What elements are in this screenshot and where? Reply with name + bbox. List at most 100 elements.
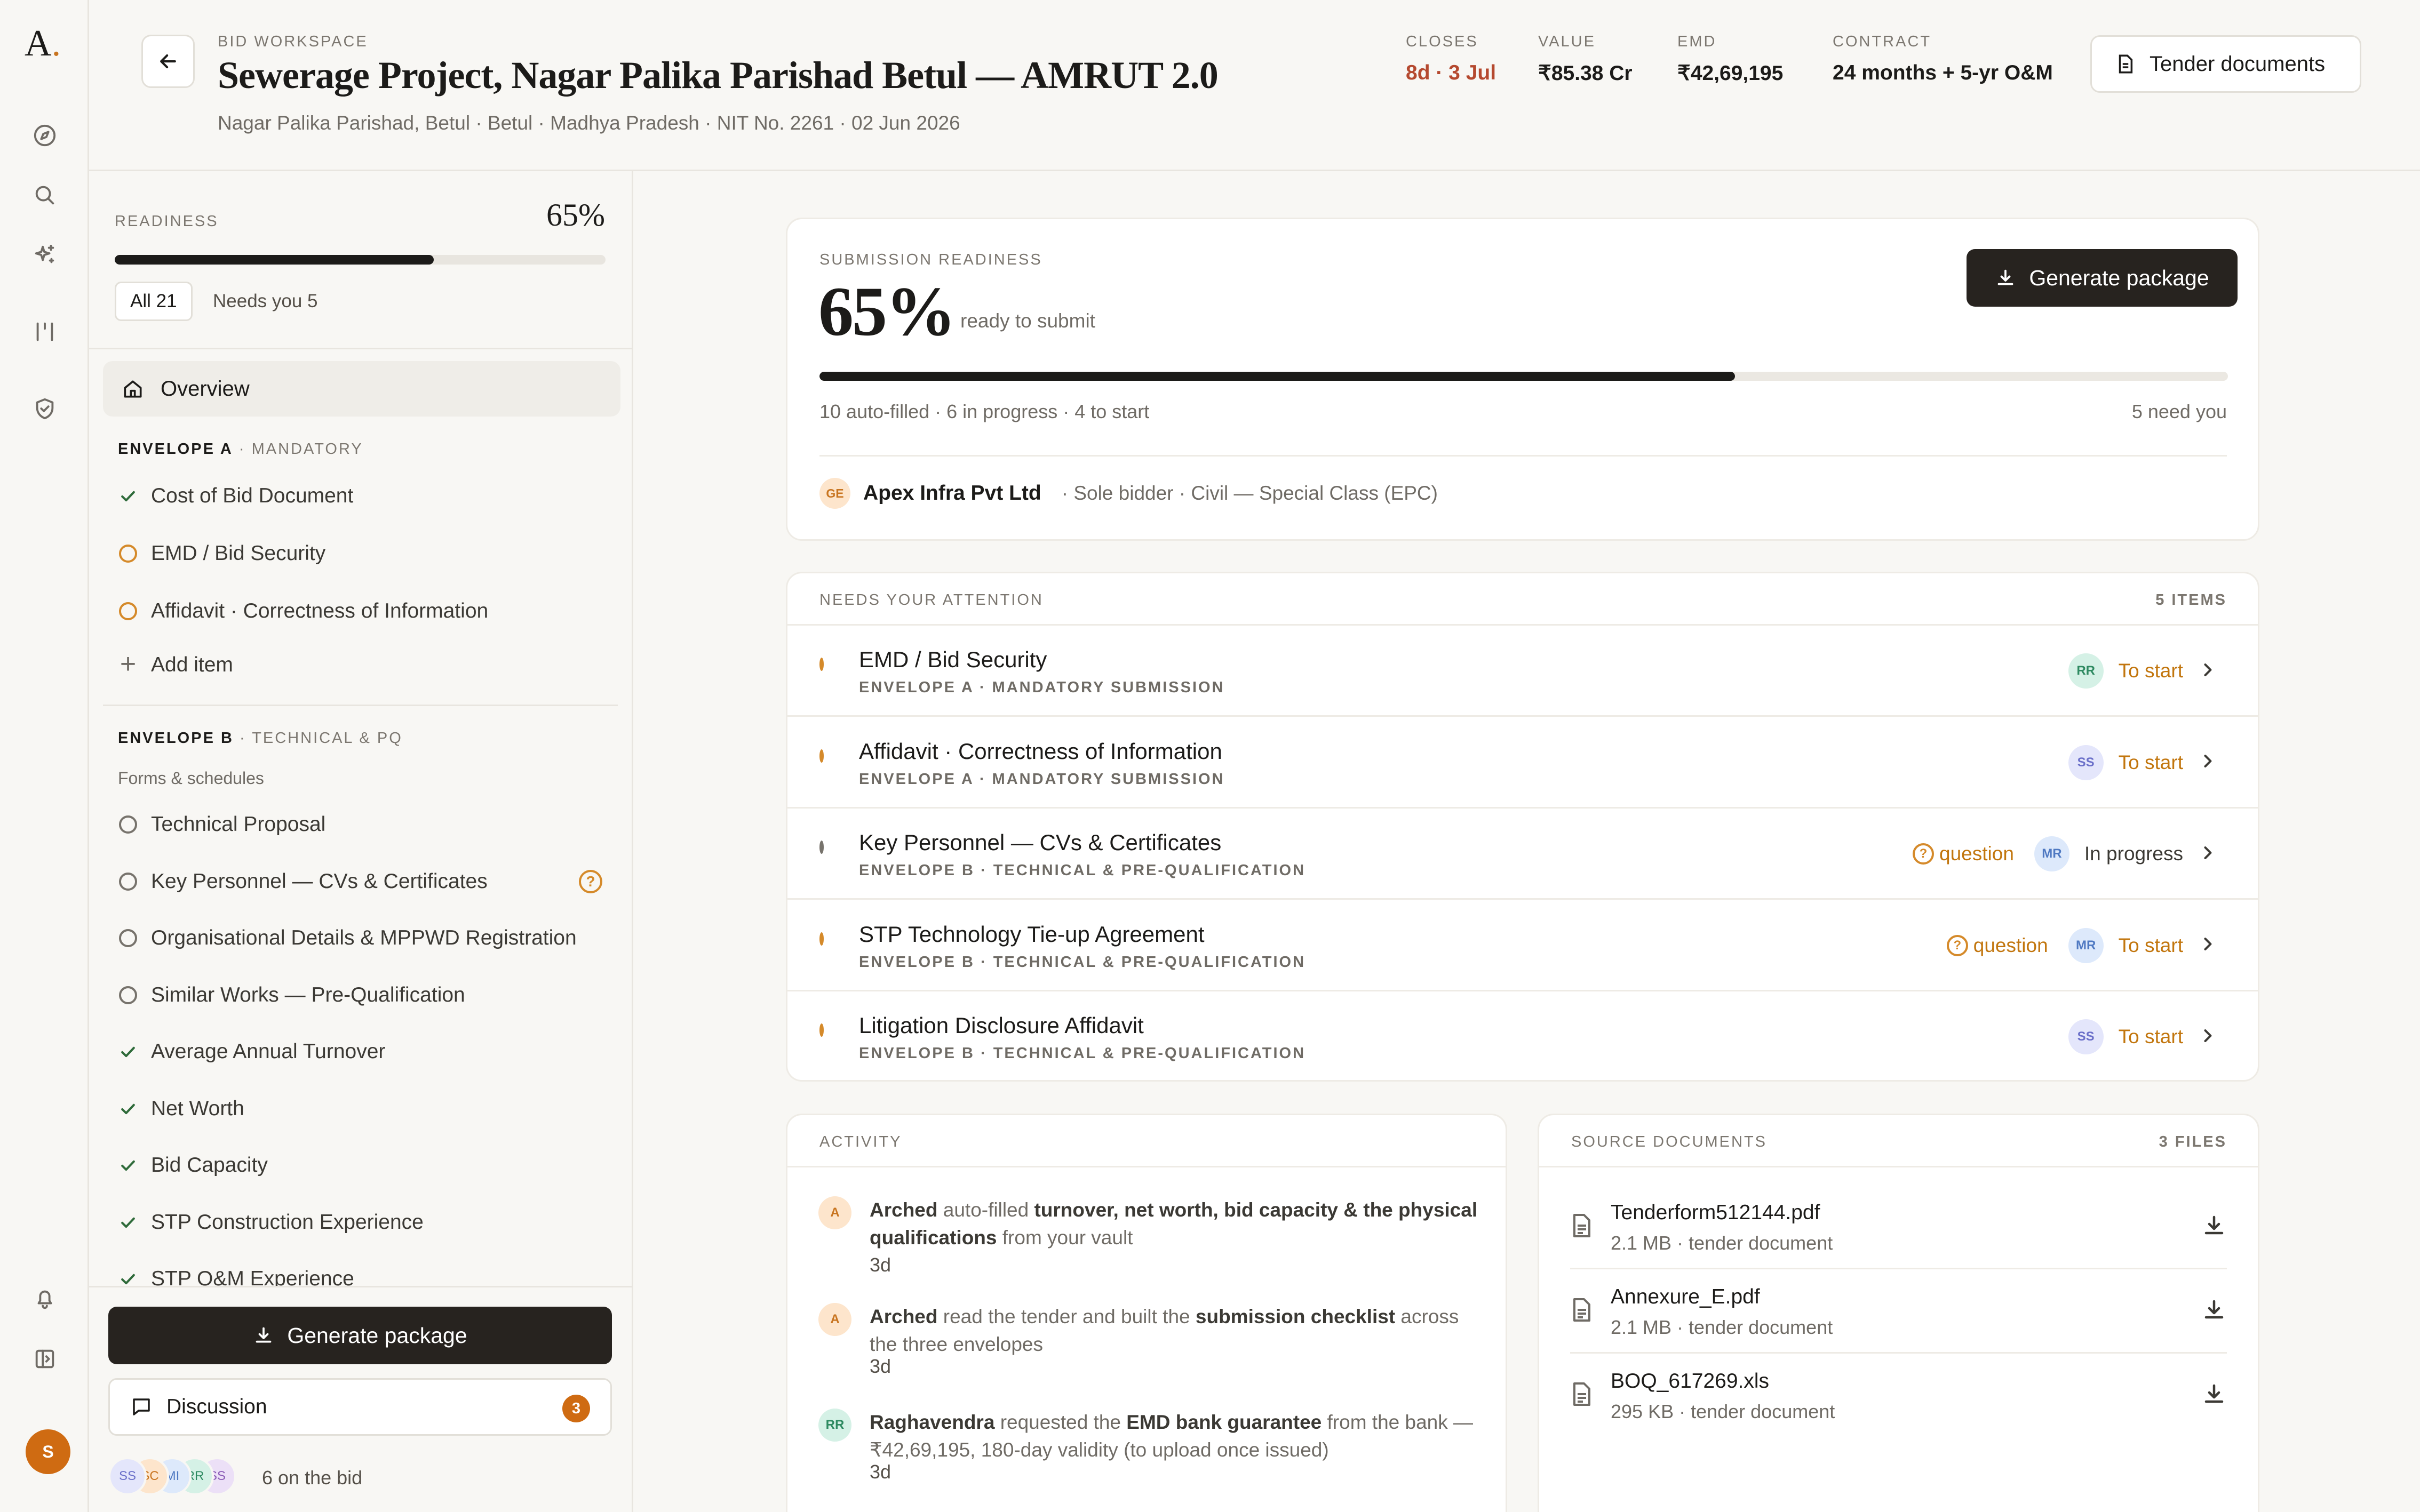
status-label: To start [2118,934,2183,956]
sparkle-icon[interactable] [31,241,59,269]
status-label: To start [2118,751,2183,773]
question-icon: ? [1946,934,1968,956]
back-button[interactable] [141,35,195,88]
search-icon[interactable] [31,181,59,209]
needs-attention-card: NEEDS YOUR ATTENTION 5 ITEMS EMD / Bid S… [786,572,2259,1082]
sidebar-item-add[interactable]: + Add item [118,649,233,681]
file-icon [1570,1213,1594,1241]
attention-item[interactable]: EMD / Bid Security ENVELOPE A · MANDATOR… [787,626,2258,717]
page-subtitle: Nagar Palika Parishad, Betul · Betul · M… [218,112,960,134]
sidebar-item[interactable]: Average Annual Turnover [118,1036,385,1068]
status-circle-icon [819,658,824,671]
status-label: To start [2118,1026,2183,1048]
chat-icon [133,1398,150,1415]
filter-needs-you[interactable]: Needs you 5 [199,282,332,321]
source-file-row[interactable]: Annexure_E.pdf 2.1 MB · tender document [1570,1269,2227,1354]
file-icon [1570,1381,1594,1410]
avatar: GE [819,478,850,509]
avatar: RR [818,1409,851,1442]
check-icon [118,486,138,506]
activity-card: ACTIVITY A Arched auto-filled turnover, … [786,1114,1507,1512]
attention-item[interactable]: STP Technology Tie-up Agreement ENVELOPE… [787,900,2258,991]
compass-icon[interactable] [31,122,59,149]
attention-item[interactable]: Key Personnel — CVs & Certificates ENVEL… [787,809,2258,900]
question-icon: ? [1913,843,1935,865]
avatar: A [818,1196,851,1229]
source-file-row[interactable]: Tenderform512144.pdf 2.1 MB · tender doc… [1570,1185,2227,1269]
sidebar-item[interactable]: Similar Works — Pre-Qualification [118,979,465,1011]
envelope-a-header: ENVELOPE A · MANDATORY [118,441,363,458]
page-header: BID WORKSPACE Sewerage Project, Nagar Pa… [89,0,2420,171]
discussion-count-badge: 3 [562,1395,590,1422]
home-icon [124,380,142,398]
sidebar-item[interactable]: Key Personnel — CVs & Certificates [118,866,488,898]
check-icon [118,1155,138,1175]
avatar: A [818,1303,851,1336]
download-icon[interactable] [2201,1381,2227,1410]
sidebar-item[interactable]: STP Construction Experience [118,1206,424,1238]
columns-icon[interactable] [31,318,59,346]
avatar: MR [2034,836,2069,872]
readiness-label: READINESS [115,213,219,230]
readiness-progress-bar [115,255,606,265]
download-icon[interactable] [2201,1213,2227,1241]
chevron-right-icon [2198,751,2217,773]
submission-readiness-card: SUBMISSION READINESS 65% ready to submit… [786,218,2259,541]
shield-icon[interactable] [31,395,59,422]
question-tag[interactable]: ? question [1946,934,2048,957]
page-eyebrow: BID WORKSPACE [218,33,368,50]
sidebar-item[interactable]: Net Worth [118,1093,244,1125]
sidebar-item-overview[interactable]: Overview [103,361,620,417]
readiness-percent: 65% [546,197,605,233]
sidebar-item[interactable]: Cost of Bid Document [118,480,353,512]
check-icon [118,1099,138,1119]
status-label: To start [2118,660,2183,682]
question-tag[interactable]: ? question [1913,843,2014,865]
sidebar-item[interactable]: Organisational Details & MPPWD Registrat… [118,922,577,954]
check-icon [118,1212,138,1233]
envelope-b-header: ENVELOPE B · TECHNICAL & PQ [118,730,403,747]
forms-schedules-label: Forms & schedules [118,769,264,788]
status-circle-icon [819,932,824,946]
status-circle-icon [819,1023,824,1037]
attention-item[interactable]: Litigation Disclosure Affidavit ENVELOPE… [787,991,2258,1080]
submission-progress-bar [819,372,2228,381]
source-documents-card: SOURCE DOCUMENTS 3 FILES Tenderform51214… [1538,1114,2259,1512]
status-circle-icon [119,986,137,1004]
avatar: SS [2068,745,2104,780]
download-icon [1997,269,2013,285]
status-circle-icon [119,545,137,563]
tender-documents-button[interactable]: Tender documents [2090,35,2361,93]
generate-package-button[interactable]: Generate package [1967,249,2238,307]
activity-time: 3d [870,1254,891,1276]
avatar: SS [108,1457,147,1495]
activity-time: 3d [870,1355,891,1377]
status-circle-icon [119,872,137,891]
sidebar-item[interactable]: Affidavit · Correctness of Information [118,595,488,627]
discussion-button[interactable]: Discussion 3 [108,1378,612,1436]
chevron-right-icon [2198,660,2217,682]
source-file-row[interactable]: BOQ_617269.xls 295 KB · tender document [1570,1354,2227,1438]
sidebar-item[interactable]: Bid Capacity [118,1149,268,1181]
plus-icon: + [120,649,137,679]
generate-package-button-sidebar[interactable]: Generate package [108,1307,612,1364]
sidebar-item[interactable]: Technical Proposal [118,809,325,841]
activity-time: 3d [870,1461,891,1483]
status-circle-icon [819,841,824,854]
attention-item[interactable]: Affidavit · Correctness of Information E… [787,717,2258,809]
sidebar-item[interactable]: EMD / Bid Security [118,538,325,570]
status-circle-icon [119,929,137,947]
download-icon[interactable] [2201,1297,2227,1325]
app-logo[interactable]: A. [25,22,61,65]
bell-icon[interactable] [31,1284,59,1312]
document-icon [2119,54,2133,74]
chevron-right-icon [2198,934,2217,956]
bidder-row: GE Apex Infra Pvt Ltd · Sole bidder · Ci… [819,478,1438,509]
sidebar-toggle-icon[interactable] [31,1345,59,1373]
submission-percent: 65% [818,272,956,350]
filter-all[interactable]: All 21 [115,282,193,321]
check-icon [118,1042,138,1062]
user-avatar[interactable]: S [26,1429,70,1474]
team-avatars[interactable]: SS SC MI RR SS [108,1457,236,1495]
question-icon[interactable]: ? [579,870,602,893]
